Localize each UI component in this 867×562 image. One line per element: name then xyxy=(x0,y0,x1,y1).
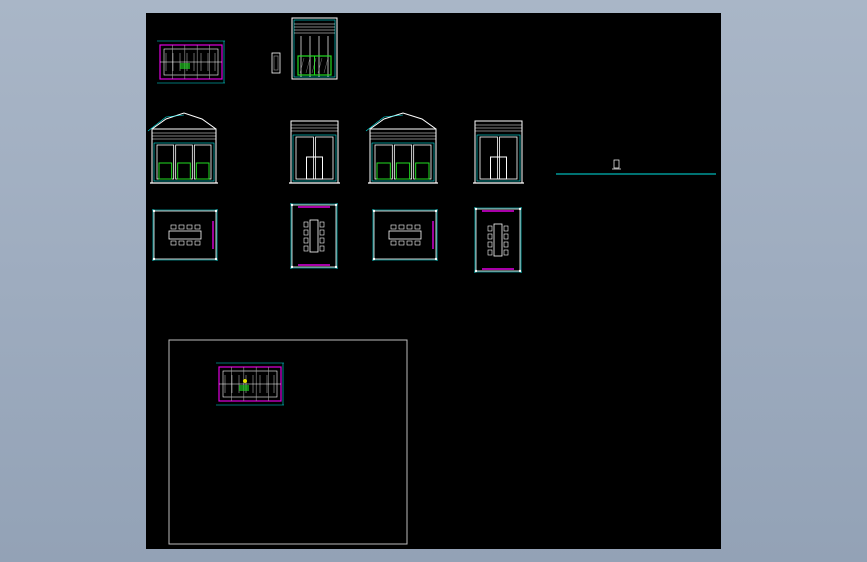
meeting-table-plan-3[interactable] xyxy=(372,209,438,261)
meeting-table-plan-4[interactable] xyxy=(474,207,522,273)
floor-plan-thumbnail[interactable] xyxy=(157,40,225,84)
meeting-table-plan-2[interactable] xyxy=(290,203,338,269)
cad-drawing-canvas[interactable] xyxy=(146,13,721,549)
elevation-a[interactable] xyxy=(147,112,218,184)
model-space-viewport[interactable] xyxy=(146,13,721,549)
layout-frame[interactable] xyxy=(168,339,408,545)
meeting-table-plan-1[interactable] xyxy=(152,209,218,261)
elevation-b[interactable] xyxy=(289,120,340,184)
elevation-c[interactable] xyxy=(365,112,438,184)
small-detail-tag[interactable] xyxy=(271,52,281,74)
floor-plan-in-frame[interactable] xyxy=(216,362,284,406)
front-elevation-tall[interactable] xyxy=(291,17,338,80)
elevation-d[interactable] xyxy=(473,120,524,184)
section-line[interactable] xyxy=(556,159,716,175)
